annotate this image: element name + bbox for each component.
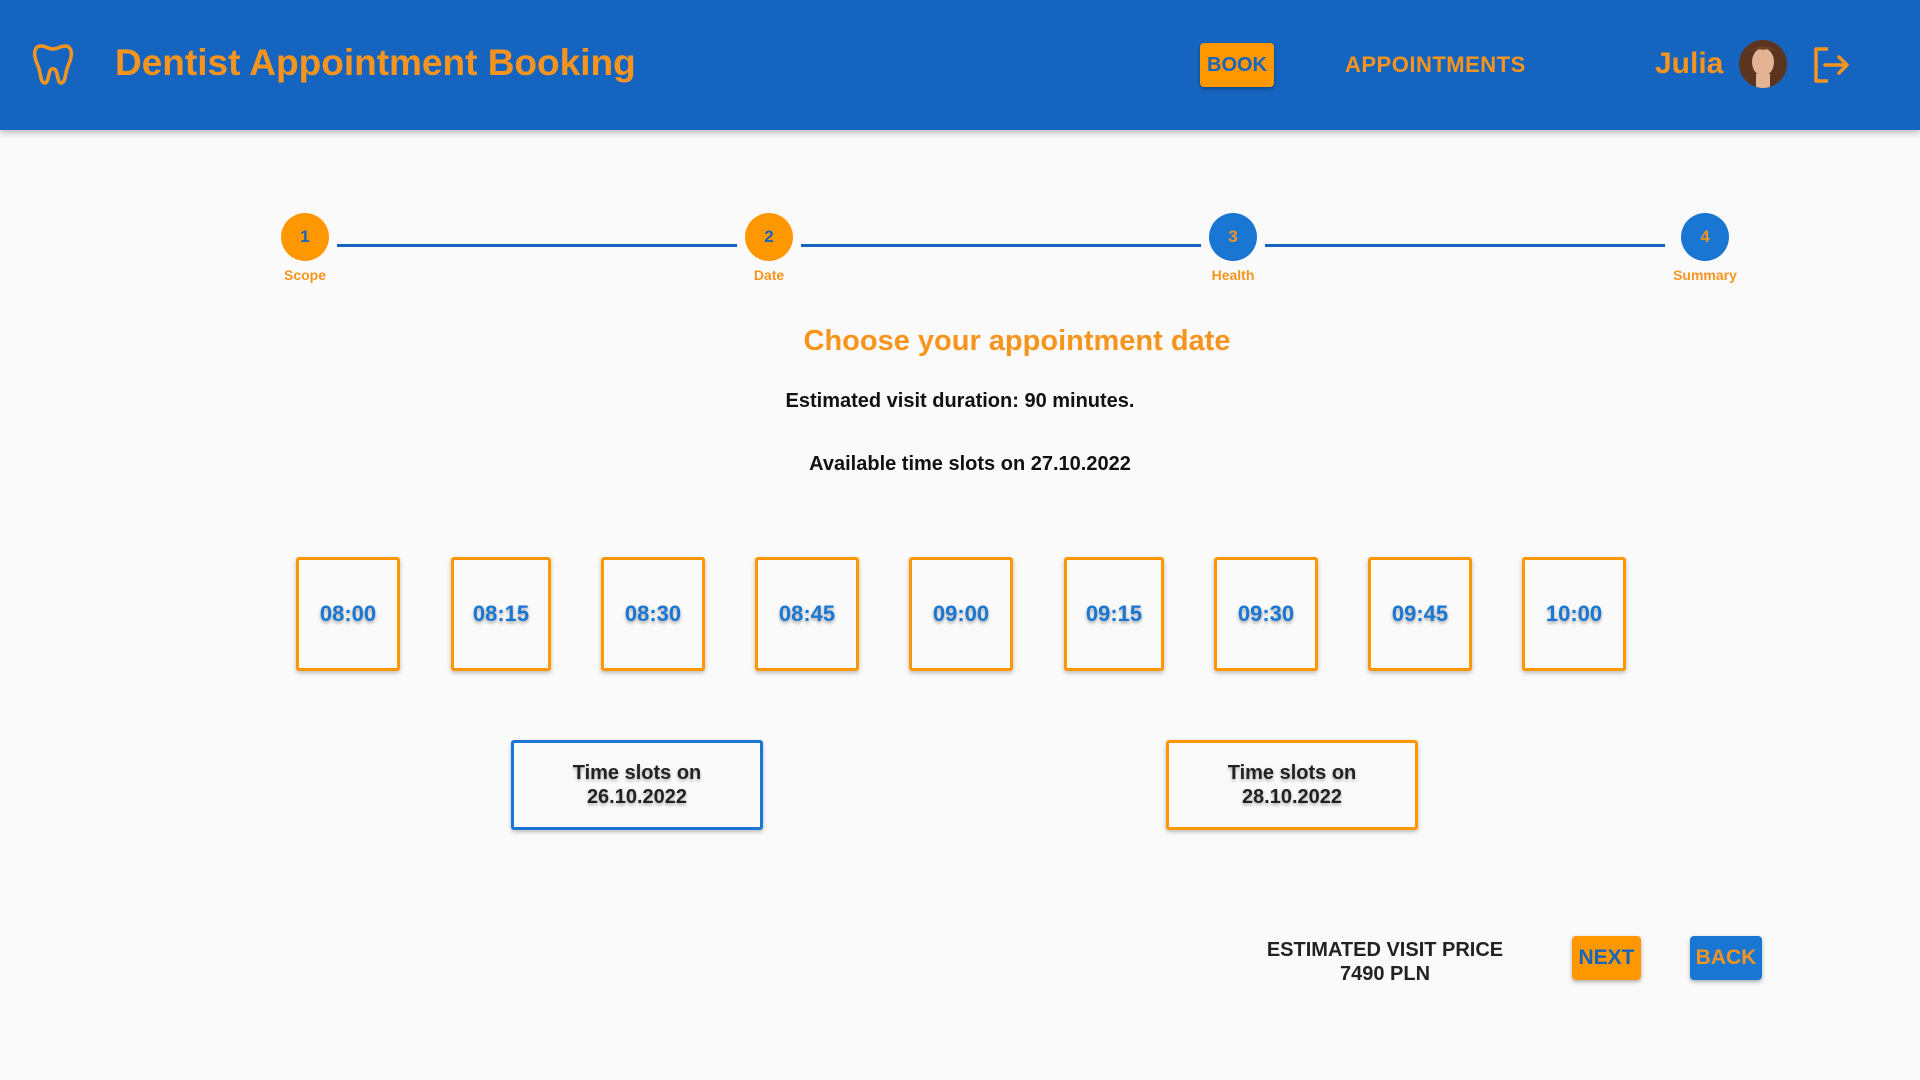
step-label-scope: Scope [283,267,326,283]
time-slot[interactable]: 09:00 [909,557,1013,671]
step-summary[interactable]: 4 [1681,213,1729,261]
time-slot[interactable]: 09:15 [1064,557,1164,671]
previous-day-button[interactable]: Time slots on 26.10.2022 [511,740,763,830]
page-title: Choose your appointment date [803,325,1231,357]
stepper-connector [801,244,1201,247]
stepper-connector [337,244,737,247]
price-value: 7490 PLN [1339,963,1431,985]
user-name: Julia [1655,47,1724,80]
time-slot[interactable]: 09:45 [1368,557,1472,671]
book-button[interactable]: BOOK [1200,43,1274,87]
time-slot[interactable]: 08:00 [296,557,400,671]
stepper-connector [1265,244,1665,247]
previous-day-label: Time slots on [572,762,702,784]
step-date[interactable]: 2 [745,213,793,261]
app-header: Dentist Appointment Booking BOOK APPOINT… [0,0,1920,130]
step-label-date: Date [753,267,785,283]
next-day-date: 28.10.2022 [1241,786,1343,808]
tooth-icon [32,44,74,85]
avatar[interactable] [1739,40,1787,88]
appointments-link[interactable]: APPOINTMENTS [1345,52,1526,78]
time-slot[interactable]: 08:30 [601,557,705,671]
step-health[interactable]: 3 [1209,213,1257,261]
next-day-label: Time slots on [1227,762,1357,784]
user-photo-icon [1739,40,1787,88]
time-slot[interactable]: 08:45 [755,557,859,671]
time-slot[interactable]: 08:15 [451,557,551,671]
price-label: ESTIMATED VISIT PRICE [1266,939,1504,961]
time-slot[interactable]: 10:00 [1522,557,1626,671]
next-button[interactable]: NEXT [1572,936,1641,980]
previous-day-date: 26.10.2022 [586,786,688,808]
available-slots-text: Available time slots on 27.10.2022 [809,453,1131,475]
step-scope[interactable]: 1 [281,213,329,261]
next-day-button[interactable]: Time slots on 28.10.2022 [1166,740,1418,830]
step-label-health: Health [1211,267,1255,283]
app-title: Dentist Appointment Booking [115,42,636,83]
time-slot[interactable]: 09:30 [1214,557,1318,671]
duration-text: Estimated visit duration: 90 minutes. [785,390,1135,412]
estimated-price: ESTIMATED VISIT PRICE 7490 PLN [1240,938,1530,986]
logout-icon[interactable] [1810,44,1852,86]
step-label-summary: Summary [1673,267,1737,283]
back-button[interactable]: BACK [1690,936,1762,980]
